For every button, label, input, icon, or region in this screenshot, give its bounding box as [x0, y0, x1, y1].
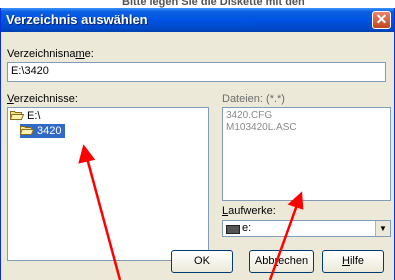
directories-list[interactable]: E:\ 3420	[7, 107, 209, 261]
background-text: Bitte legen Sie die Diskette mit den	[122, 0, 305, 8]
dialog-titlebar[interactable]: Verzeichnis auswählen ✕	[1, 8, 394, 32]
files-list[interactable]: 3420.CFG M103420L.ASC	[222, 107, 391, 201]
folder-open-icon	[10, 111, 24, 120]
directory-item-root[interactable]: E:\	[10, 109, 44, 123]
directories-label: Verzeichnisse:	[7, 93, 78, 105]
cancel-button[interactable]: Abbrechen	[249, 250, 314, 273]
dirname-input[interactable]: E:\3420	[7, 62, 386, 82]
folder-open-icon	[20, 126, 34, 135]
dialog-title: Verzeichnis auswählen	[6, 12, 148, 27]
help-button[interactable]: Hilfe	[322, 250, 384, 273]
file-item[interactable]: 3420.CFG	[226, 110, 272, 121]
dirname-label: Verzeichnisname:	[7, 48, 94, 60]
files-label: Dateien: (*.*)	[222, 93, 285, 105]
close-icon: ✕	[375, 11, 388, 27]
close-button[interactable]: ✕	[372, 11, 391, 29]
file-item[interactable]: M103420L.ASC	[226, 122, 297, 133]
drives-label: Laufwerke:	[222, 205, 276, 217]
drive-select-value: e:	[242, 222, 252, 234]
directory-item-3420[interactable]: 3420	[20, 124, 66, 138]
select-directory-dialog: Verzeichnis auswählen ✕ Verzeichnisname:…	[0, 8, 395, 280]
dirname-input-value: E:\3420	[11, 65, 49, 77]
ok-button[interactable]: OK	[171, 250, 233, 273]
drive-select[interactable]: e: ▼	[222, 220, 391, 237]
chevron-down-icon[interactable]: ▼	[375, 221, 390, 236]
drive-icon	[226, 225, 240, 234]
